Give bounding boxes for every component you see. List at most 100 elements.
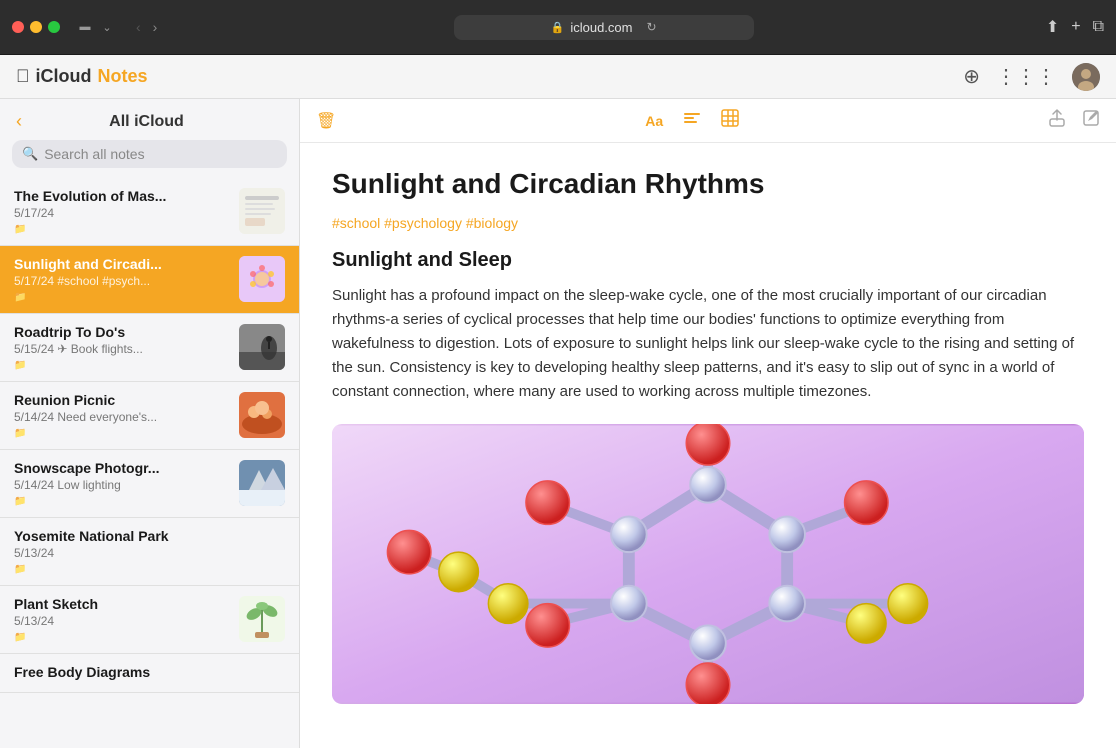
- new-note-icon[interactable]: ⊕: [963, 64, 980, 89]
- lock-icon: 🔒: [551, 21, 565, 34]
- note-info: Snowscape Photogr... 5/14/24 Low lightin…: [14, 460, 229, 507]
- note-info: Plant Sketch 5/13/24 📁: [14, 596, 229, 643]
- main-layout: ‹ All iCloud 🔍 The Evolution of Mas... 5…: [0, 99, 1116, 748]
- note-meta: 5/15/24 ✈ Book flights...: [14, 342, 229, 356]
- note-title: Free Body Diagrams: [14, 664, 285, 680]
- note-detail: 🗑 Aa: [300, 99, 1116, 748]
- apple-icon: : [16, 66, 30, 87]
- avatar[interactable]: [1072, 63, 1100, 91]
- note-title: The Evolution of Mas...: [14, 188, 229, 204]
- note-info: Roadtrip To Do's 5/15/24 ✈ Book flights.…: [14, 324, 229, 371]
- sidebar-header: ‹ All iCloud: [0, 99, 299, 140]
- address-bar: 🔒 icloud.com ↻: [169, 15, 1037, 40]
- note-thumbnail: [239, 392, 285, 438]
- trash-icon[interactable]: 🗑: [316, 111, 336, 131]
- note-item-freebody[interactable]: Free Body Diagrams: [0, 654, 299, 693]
- note-info: Free Body Diagrams: [14, 664, 285, 682]
- sidebar-toggle-icon[interactable]: ▬: [76, 20, 94, 34]
- note-item-plantsketch[interactable]: Plant Sketch 5/13/24 📁: [0, 586, 299, 654]
- close-button[interactable]: [12, 21, 24, 33]
- search-bar: 🔍: [0, 140, 299, 178]
- minimize-button[interactable]: [30, 21, 42, 33]
- table-icon[interactable]: [721, 109, 739, 132]
- edit-note-icon[interactable]: [1082, 109, 1100, 132]
- note-item-yosemite[interactable]: Yosemite National Park 5/13/24 📁: [0, 518, 299, 586]
- note-meta: 5/17/24: [14, 206, 229, 220]
- notes-list: The Evolution of Mas... 5/17/24 📁: [0, 178, 299, 748]
- grid-icon[interactable]: ⋮⋮⋮: [996, 64, 1056, 89]
- folder-icon: 📁: [14, 564, 285, 575]
- folder-icon: 📁: [14, 496, 229, 507]
- checklist-icon[interactable]: [683, 109, 701, 132]
- icloud-text: iCloud: [36, 66, 92, 87]
- note-image: [332, 424, 1084, 704]
- icloud-logo:  iCloud Notes: [16, 66, 148, 87]
- note-meta: 5/13/24: [14, 614, 229, 628]
- app-container:  iCloud Notes ⊕ ⋮⋮⋮ ‹ All iCloud: [0, 55, 1116, 748]
- note-content: Sunlight and Circadian Rhythms #school #…: [300, 143, 1116, 748]
- note-thumbnail: [239, 324, 285, 370]
- note-thumbnail: [239, 460, 285, 506]
- sidebar-title: All iCloud: [30, 113, 263, 131]
- note-meta: 5/13/24: [14, 546, 285, 560]
- note-title: Roadtrip To Do's: [14, 324, 229, 340]
- maximize-button[interactable]: [48, 21, 60, 33]
- note-title: Plant Sketch: [14, 596, 229, 612]
- note-item-roadtrip[interactable]: Roadtrip To Do's 5/15/24 ✈ Book flights.…: [0, 314, 299, 382]
- search-icon: 🔍: [22, 146, 38, 162]
- notes-text: Notes: [98, 66, 148, 87]
- note-item-picnic[interactable]: Reunion Picnic 5/14/24 Need everyone's..…: [0, 382, 299, 450]
- share-note-icon[interactable]: [1048, 109, 1066, 132]
- search-input-wrap: 🔍: [12, 140, 287, 168]
- forward-arrow[interactable]: ›: [149, 17, 162, 37]
- window-controls: ▬ ⌄: [76, 20, 116, 34]
- nav-arrows: ‹ ›: [132, 17, 161, 37]
- folder-icon: 📁: [14, 292, 229, 303]
- address-text: icloud.com: [570, 20, 632, 35]
- molecule-visualization: [332, 424, 1084, 704]
- note-title: Sunlight and Circadi...: [14, 256, 229, 272]
- back-arrow[interactable]: ‹: [132, 17, 145, 37]
- note-info: Sunlight and Circadi... 5/17/24 #school …: [14, 256, 229, 303]
- note-meta: 5/14/24 Need everyone's...: [14, 410, 229, 424]
- note-meta: 5/17/24 #school #psych...: [14, 274, 229, 288]
- top-bar-right: ⊕ ⋮⋮⋮: [963, 63, 1100, 91]
- note-thumbnail: [239, 256, 285, 302]
- note-body-text: Sunlight has a profound impact on the sl…: [332, 284, 1084, 404]
- note-item-sunlight[interactable]: Sunlight and Circadi... 5/17/24 #school …: [0, 246, 299, 314]
- note-thumbnail: [239, 596, 285, 642]
- new-tab-icon[interactable]: +: [1071, 18, 1080, 36]
- note-info: The Evolution of Mas... 5/17/24 📁: [14, 188, 229, 235]
- note-main-title: Sunlight and Circadian Rhythms: [332, 167, 1084, 201]
- note-title: Reunion Picnic: [14, 392, 229, 408]
- note-item-snowscape[interactable]: Snowscape Photogr... 5/14/24 Low lightin…: [0, 450, 299, 518]
- folder-icon: 📁: [14, 632, 229, 643]
- note-section-title: Sunlight and Sleep: [332, 249, 1084, 272]
- toolbar-right: [1048, 109, 1100, 132]
- folder-icon: 📁: [14, 224, 229, 235]
- note-thumbnail: [239, 188, 285, 234]
- chevron-down-icon[interactable]: ⌄: [98, 20, 116, 34]
- reload-button[interactable]: ↻: [646, 20, 656, 34]
- note-item-evolution[interactable]: The Evolution of Mas... 5/17/24 📁: [0, 178, 299, 246]
- browser-actions: ⬆ + ⧉: [1046, 17, 1104, 37]
- tabs-overview-icon[interactable]: ⧉: [1093, 18, 1104, 36]
- folder-icon: 📁: [14, 428, 229, 439]
- note-title: Yosemite National Park: [14, 528, 285, 544]
- note-toolbar: 🗑 Aa: [300, 99, 1116, 143]
- search-input[interactable]: [44, 146, 277, 162]
- top-bar:  iCloud Notes ⊕ ⋮⋮⋮: [0, 55, 1116, 99]
- toolbar-center: Aa: [352, 109, 1032, 132]
- note-title: Snowscape Photogr...: [14, 460, 229, 476]
- back-chevron-icon[interactable]: ‹: [16, 111, 22, 132]
- note-info: Yosemite National Park 5/13/24 📁: [14, 528, 285, 575]
- share-browser-icon[interactable]: ⬆: [1046, 17, 1059, 37]
- note-info: Reunion Picnic 5/14/24 Need everyone's..…: [14, 392, 229, 439]
- folder-icon: 📁: [14, 360, 229, 371]
- address-pill[interactable]: 🔒 icloud.com ↻: [454, 15, 754, 40]
- toolbar-left: 🗑: [316, 111, 336, 131]
- format-text-icon[interactable]: Aa: [645, 113, 663, 129]
- traffic-lights: [12, 21, 60, 33]
- browser-chrome: ▬ ⌄ ‹ › 🔒 icloud.com ↻ ⬆ + ⧉: [0, 0, 1116, 55]
- note-meta: 5/14/24 Low lighting: [14, 478, 229, 492]
